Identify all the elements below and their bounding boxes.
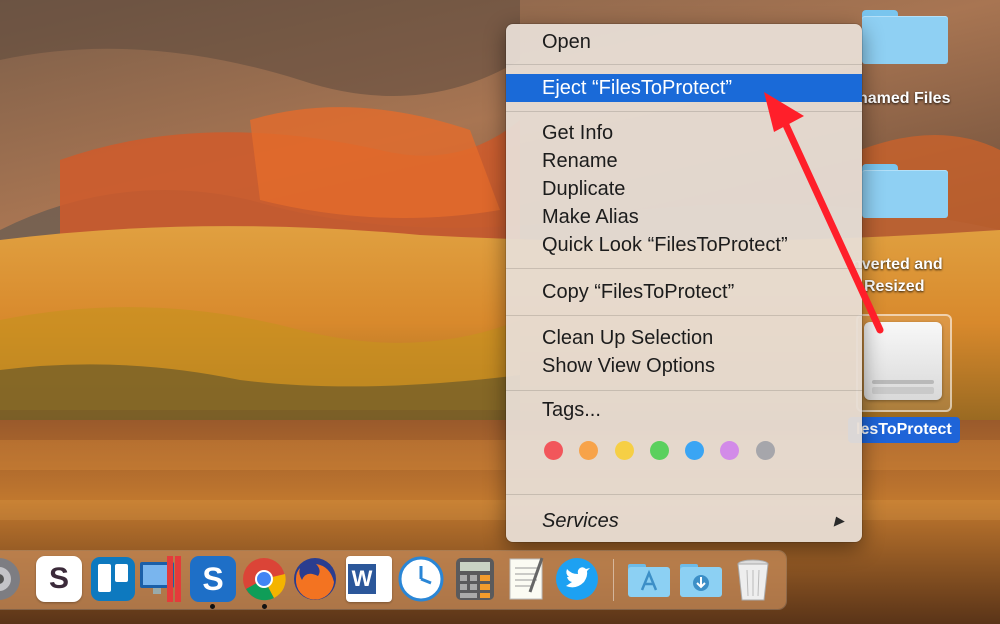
menu-item-quick-look[interactable]: Quick Look “FilesToProtect” — [506, 231, 862, 259]
running-indicator — [262, 604, 267, 609]
tag-blue-dot[interactable] — [685, 441, 704, 460]
menu-item-make-alias[interactable]: Make Alias — [506, 203, 862, 231]
desktop-folder-middle[interactable] — [862, 164, 948, 218]
snagit-icon[interactable]: S — [190, 556, 236, 602]
word-icon[interactable]: W — [346, 556, 392, 602]
submenu-arrow-icon: ▶ — [834, 513, 844, 528]
menu-separator — [506, 111, 862, 112]
slack-icon[interactable]: S — [36, 556, 82, 602]
tag-green-dot[interactable] — [650, 441, 669, 460]
menu-item-eject[interactable]: Eject “FilesToProtect” — [506, 74, 862, 102]
menu-item-view-options[interactable]: Show View Options — [506, 352, 862, 380]
menu-item-rename[interactable]: Rename — [506, 147, 862, 175]
menu-separator — [506, 64, 862, 65]
dock: S S W — [0, 551, 786, 609]
calculator-icon[interactable] — [452, 556, 498, 602]
desktop-folder-label[interactable]: named Files — [858, 90, 950, 108]
menu-item-get-info[interactable]: Get Info — [506, 119, 862, 147]
twitter-icon[interactable] — [554, 556, 600, 602]
dock-separator — [613, 559, 614, 601]
downloads-folder-icon[interactable] — [678, 556, 724, 602]
menu-separator — [506, 268, 862, 269]
menu-item-tags[interactable]: Tags... — [506, 396, 862, 424]
tag-orange-dot[interactable] — [579, 441, 598, 460]
trello-icon[interactable] — [90, 556, 136, 602]
menu-item-services-label: Services — [542, 510, 619, 532]
time-machine-icon[interactable] — [398, 556, 444, 602]
desktop-folder-label[interactable]: nverted and — [852, 256, 943, 274]
chrome-icon[interactable] — [241, 556, 287, 602]
word-icon-letter: W — [348, 564, 376, 594]
screen-sharing-icon[interactable] — [138, 556, 184, 602]
tag-red-dot[interactable] — [544, 441, 563, 460]
tag-gray-dot[interactable] — [756, 441, 775, 460]
system-preferences-icon[interactable] — [0, 556, 22, 602]
slack-icon-letter: S — [48, 562, 69, 595]
desktop-folder-label[interactable]: Resized — [864, 278, 924, 296]
desktop-folder-top[interactable] — [862, 10, 948, 64]
menu-separator — [506, 494, 862, 495]
applications-folder-icon[interactable] — [626, 556, 672, 602]
trash-icon[interactable] — [730, 556, 776, 602]
menu-separator — [506, 390, 862, 391]
menu-item-open[interactable]: Open — [506, 28, 862, 56]
external-drive-icon[interactable] — [856, 314, 952, 412]
menu-item-duplicate[interactable]: Duplicate — [506, 175, 862, 203]
context-menu: Open Eject “FilesToProtect” Get Info Ren… — [506, 24, 862, 542]
tag-purple-dot[interactable] — [720, 441, 739, 460]
drive-label[interactable]: lesToProtect — [848, 417, 960, 443]
snagit-icon-letter: S — [202, 561, 224, 597]
running-indicator — [210, 604, 215, 609]
textedit-icon[interactable] — [504, 556, 550, 602]
firefox-icon[interactable] — [292, 556, 338, 602]
tag-yellow-dot[interactable] — [615, 441, 634, 460]
menu-item-clean-up[interactable]: Clean Up Selection — [506, 324, 862, 352]
menu-separator — [506, 315, 862, 316]
menu-item-copy[interactable]: Copy “FilesToProtect” — [506, 278, 862, 306]
menu-item-services[interactable]: Services ▶ — [506, 507, 862, 535]
